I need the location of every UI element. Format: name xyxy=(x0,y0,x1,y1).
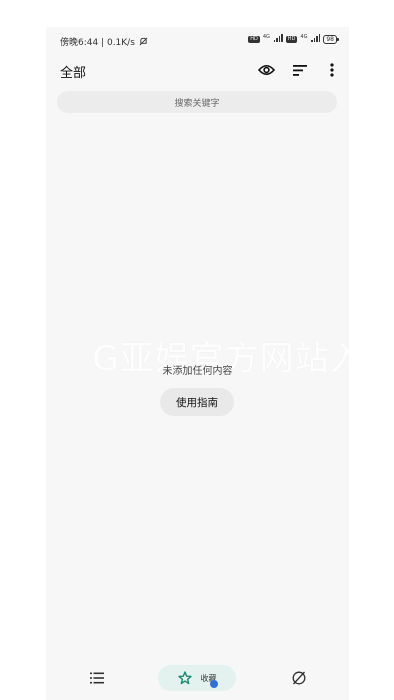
status-bar: 傍晚6:44 | 0.1K/s HD 4G HD 4G 98 xyxy=(46,27,349,55)
list-icon xyxy=(90,672,104,684)
status-time-text: 傍晚6:44 | 0.1K/s xyxy=(60,38,135,48)
signal-1-icon: 4G xyxy=(263,34,283,45)
eye-icon[interactable] xyxy=(257,61,275,79)
bottom-nav: 收藏 xyxy=(46,665,349,695)
empty-state-message: 未添加任何内容 xyxy=(162,366,233,377)
network-gen-label: 4G xyxy=(300,34,308,40)
battery-icon: 98 xyxy=(323,35,339,44)
network-gen-label: 4G xyxy=(262,34,270,40)
notification-dot xyxy=(209,679,218,688)
search-placeholder: 搜索关键字 xyxy=(174,98,220,109)
status-icons: HD 4G HD 4G 98 xyxy=(248,34,339,45)
status-time-speed: 傍晚6:44 | 0.1K/s xyxy=(60,35,148,48)
hd-badge: HD xyxy=(285,36,298,43)
notification-off-icon xyxy=(139,37,148,46)
usage-guide-button[interactable]: 使用指南 xyxy=(160,388,234,416)
star-sparkle-icon xyxy=(177,671,192,685)
nav-list-button[interactable] xyxy=(84,665,110,691)
nav-empty-button[interactable] xyxy=(286,665,312,691)
nav-favorites-label: 收藏 xyxy=(201,673,218,688)
signal-2-icon: 4G xyxy=(300,34,321,45)
app-screen: 傍晚6:44 | 0.1K/s HD 4G HD 4G 98 全部 搜索关键字 … xyxy=(46,27,349,700)
nav-favorites-button[interactable]: 收藏 xyxy=(158,665,236,691)
more-options-icon[interactable] xyxy=(323,61,341,79)
app-header: 全部 xyxy=(46,57,349,83)
sort-icon[interactable] xyxy=(291,61,309,79)
empty-set-icon xyxy=(292,671,306,685)
hd-badge: HD xyxy=(248,36,260,43)
page-title[interactable]: 全部 xyxy=(60,62,86,81)
search-input[interactable]: 搜索关键字 xyxy=(57,91,337,113)
